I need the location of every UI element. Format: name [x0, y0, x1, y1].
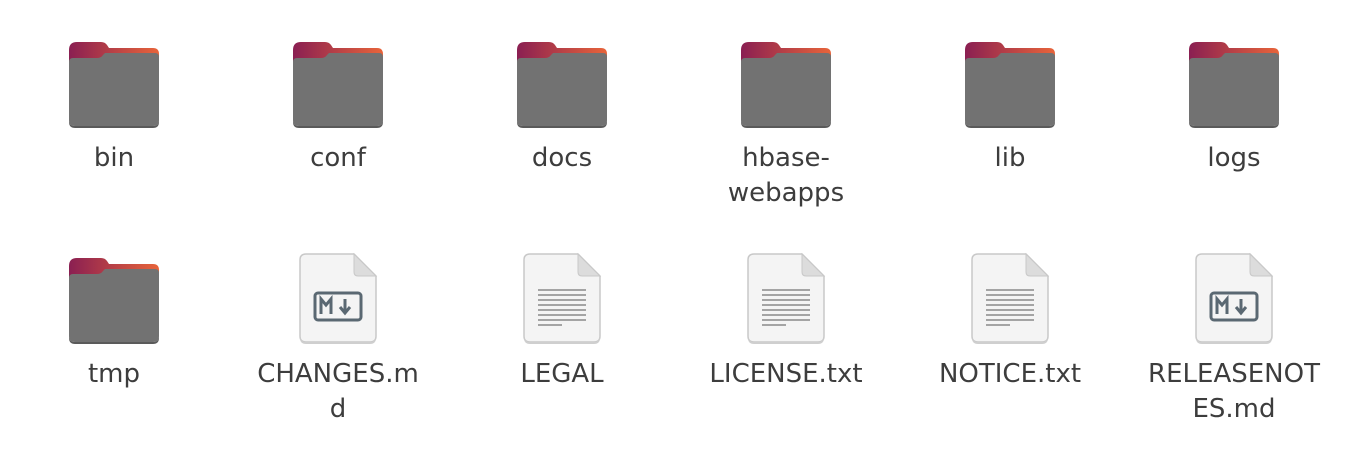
- file-item-conf[interactable]: conf: [238, 36, 438, 176]
- file-name-label: logs: [1207, 143, 1261, 173]
- file-item-docs[interactable]: docs: [462, 36, 662, 176]
- markdown-file-icon: [288, 252, 388, 344]
- file-item-lib[interactable]: lib: [910, 36, 1110, 176]
- folder-icon: [1184, 36, 1284, 128]
- file-name-label: NOTICE.txt: [938, 359, 1082, 389]
- file-item-license-txt[interactable]: LICENSE.txt: [686, 252, 886, 392]
- file-name-label: LEGAL: [520, 359, 604, 389]
- folder-icon: [512, 36, 612, 128]
- markdown-file-icon: [1184, 252, 1284, 344]
- folder-icon: [64, 36, 164, 128]
- file-name-label: hbase-webapps: [727, 143, 845, 208]
- file-name-label: conf: [310, 143, 366, 173]
- folder-icon: [736, 36, 836, 128]
- file-item-legal[interactable]: LEGAL: [462, 252, 662, 392]
- file-name-label: CHANGES.md: [257, 359, 419, 424]
- file-grid: bin conf docs hbase-webapps lib logs tmp…: [0, 0, 1351, 454]
- file-item-notice-txt[interactable]: NOTICE.txt: [910, 252, 1110, 392]
- folder-icon: [288, 36, 388, 128]
- file-name-label: bin: [93, 143, 135, 173]
- file-item-logs[interactable]: logs: [1134, 36, 1334, 176]
- file-name-label: LICENSE.txt: [709, 359, 863, 389]
- text-file-icon: [736, 252, 836, 344]
- file-item-changes-md[interactable]: CHANGES.md: [238, 252, 438, 427]
- text-file-icon: [512, 252, 612, 344]
- folder-icon: [960, 36, 1060, 128]
- text-file-icon: [960, 252, 1060, 344]
- file-name-label: tmp: [87, 359, 141, 389]
- file-item-releasenotes-md[interactable]: RELEASENOTES.md: [1134, 252, 1334, 427]
- file-item-tmp[interactable]: tmp: [14, 252, 214, 392]
- file-name-label: lib: [994, 143, 1026, 173]
- file-item-hbase-webapps[interactable]: hbase-webapps: [686, 36, 886, 211]
- file-name-label: RELEASENOTES.md: [1148, 359, 1320, 424]
- folder-icon: [64, 252, 164, 344]
- file-item-bin[interactable]: bin: [14, 36, 214, 176]
- file-name-label: docs: [531, 143, 593, 173]
